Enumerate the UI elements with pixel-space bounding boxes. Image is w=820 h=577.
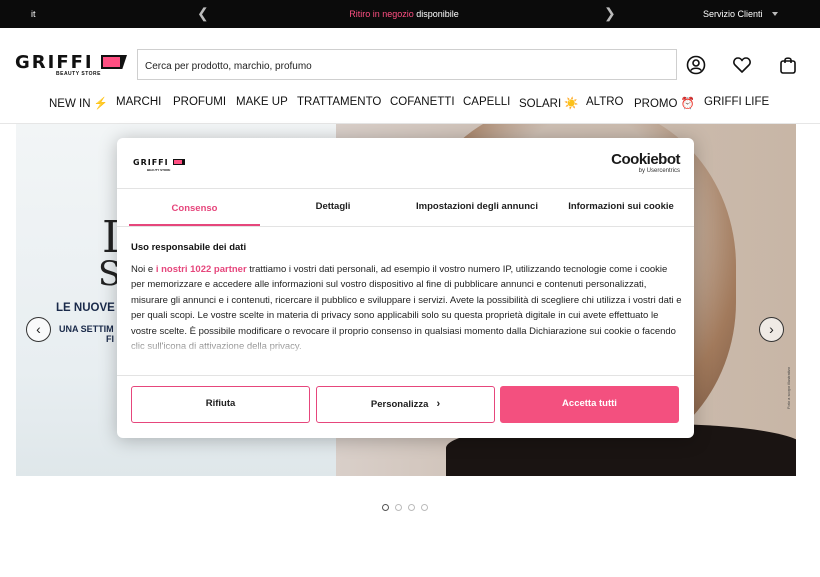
carousel-dot-2[interactable] [395, 504, 402, 511]
customize-button-label: Personalizza [370, 399, 429, 410]
hero-side-note: Foto a scopo illustrativo [786, 366, 791, 409]
tab-consenso-label: Consenso [171, 203, 218, 214]
logo-mark-icon [101, 55, 127, 69]
search-input[interactable]: Cerca per prodotto, marchio, profumo [137, 49, 677, 80]
nav-item-capelli[interactable]: CAPELLI [463, 96, 510, 108]
cookiebot-logo-text: Cookiebot [611, 151, 680, 168]
carousel-dot-4[interactable] [421, 504, 428, 511]
tab-informazioni-cookie-label: Informazioni sui cookie [568, 201, 674, 212]
accept-all-button-label: Accetta tutti [562, 398, 617, 409]
logo-subtitle: BEAUTY STORE [56, 71, 101, 77]
account-icon[interactable] [686, 55, 706, 75]
site-logo[interactable]: GRIFFI BEAUTY STORE [15, 52, 128, 78]
cookie-consent-dialog: GRIFFI BEAUTY STORE Cookiebot by Usercen… [117, 138, 694, 438]
customer-service-link[interactable]: Servizio Clienti [703, 9, 763, 19]
partners-link[interactable]: i nostri 1022 partner [156, 264, 247, 275]
reject-button-label: Rifiuta [205, 398, 236, 409]
tab-dettagli[interactable]: Dettagli [267, 198, 399, 226]
wishlist-heart-icon[interactable] [732, 55, 752, 75]
tab-impostazioni-annunci[interactable]: Impostazioni degli annunci [405, 198, 549, 226]
nav-item-cofanetti[interactable]: COFANETTI [390, 96, 455, 108]
nav-item-marchi[interactable]: MARCHI [116, 96, 161, 108]
reject-button[interactable]: Rifiuta [131, 386, 310, 423]
tab-impostazioni-annunci-label: Impostazioni degli annunci [416, 201, 538, 212]
carousel-dot-3[interactable] [408, 504, 415, 511]
top-announcement-bar: it ❮ Ritiro in negozio disponibile ❯ Ser… [0, 0, 820, 28]
cart-bag-icon[interactable] [778, 55, 798, 75]
hero-subtitle-line-1: LE NUOVE [56, 302, 115, 314]
consent-footer-divider [117, 375, 694, 376]
hero-subtitle-line-3: FI [106, 334, 114, 344]
nav-item-promo[interactable]: PROMO ⏰ [634, 96, 695, 110]
nav-item-solari[interactable]: SOLARI ☀️ [519, 96, 579, 110]
promo-message: Ritiro in negozio disponibile [0, 9, 808, 19]
carousel-next-button[interactable]: › [759, 317, 784, 342]
promo-next-arrow-icon[interactable]: ❯ [604, 6, 616, 20]
consent-logo-mark-icon [173, 159, 185, 165]
nav-item-make-up[interactable]: MAKE UP [236, 96, 288, 108]
chevron-down-icon[interactable] [772, 12, 778, 16]
nav-item-profumi[interactable]: PROFUMI [173, 96, 226, 108]
chevron-right-icon: › [436, 398, 441, 410]
main-navigation: NEW IN ⚡ MARCHI PROFUMI MAKE UP TRATTAME… [0, 96, 820, 112]
consent-logo-word: GRIFFI [133, 158, 169, 167]
promo-highlight-link[interactable]: Ritiro in negozio [349, 9, 414, 19]
cookiebot-byline: by Usercentrics [638, 168, 680, 174]
tab-consenso[interactable]: Consenso [129, 198, 260, 226]
consent-text-fade [117, 334, 694, 356]
tab-informazioni-cookie[interactable]: Informazioni sui cookie [557, 198, 685, 226]
consent-heading: Uso responsabile dei dati [131, 242, 247, 253]
logo-word: GRIFFI [15, 52, 94, 73]
consent-tabs-divider [117, 226, 694, 227]
consent-site-logo: GRIFFI BEAUTY STORE [133, 158, 187, 172]
carousel-dot-1[interactable] [382, 504, 389, 511]
nav-item-altro[interactable]: ALTRO [586, 96, 624, 108]
carousel-prev-button[interactable]: ‹ [26, 317, 51, 342]
cookiebot-brand[interactable]: Cookiebot by Usercentrics [611, 152, 680, 175]
consent-body-prefix: Noi e [131, 264, 156, 275]
customize-button[interactable]: Personalizza › [316, 386, 495, 423]
nav-item-griffi-life[interactable]: GRIFFI LIFE [704, 96, 769, 108]
consent-header-divider [117, 188, 694, 189]
nav-item-new-in[interactable]: NEW IN ⚡ [49, 96, 108, 110]
promo-rest-text: disponibile [413, 9, 459, 19]
nav-item-trattamento[interactable]: TRATTAMENTO [297, 96, 381, 108]
accept-all-button[interactable]: Accetta tutti [500, 386, 679, 423]
hero-subtitle-line-2: UNA SETTIM [59, 324, 114, 334]
tab-dettagli-label: Dettagli [315, 201, 351, 212]
consent-logo-subtitle: BEAUTY STORE [147, 168, 171, 172]
